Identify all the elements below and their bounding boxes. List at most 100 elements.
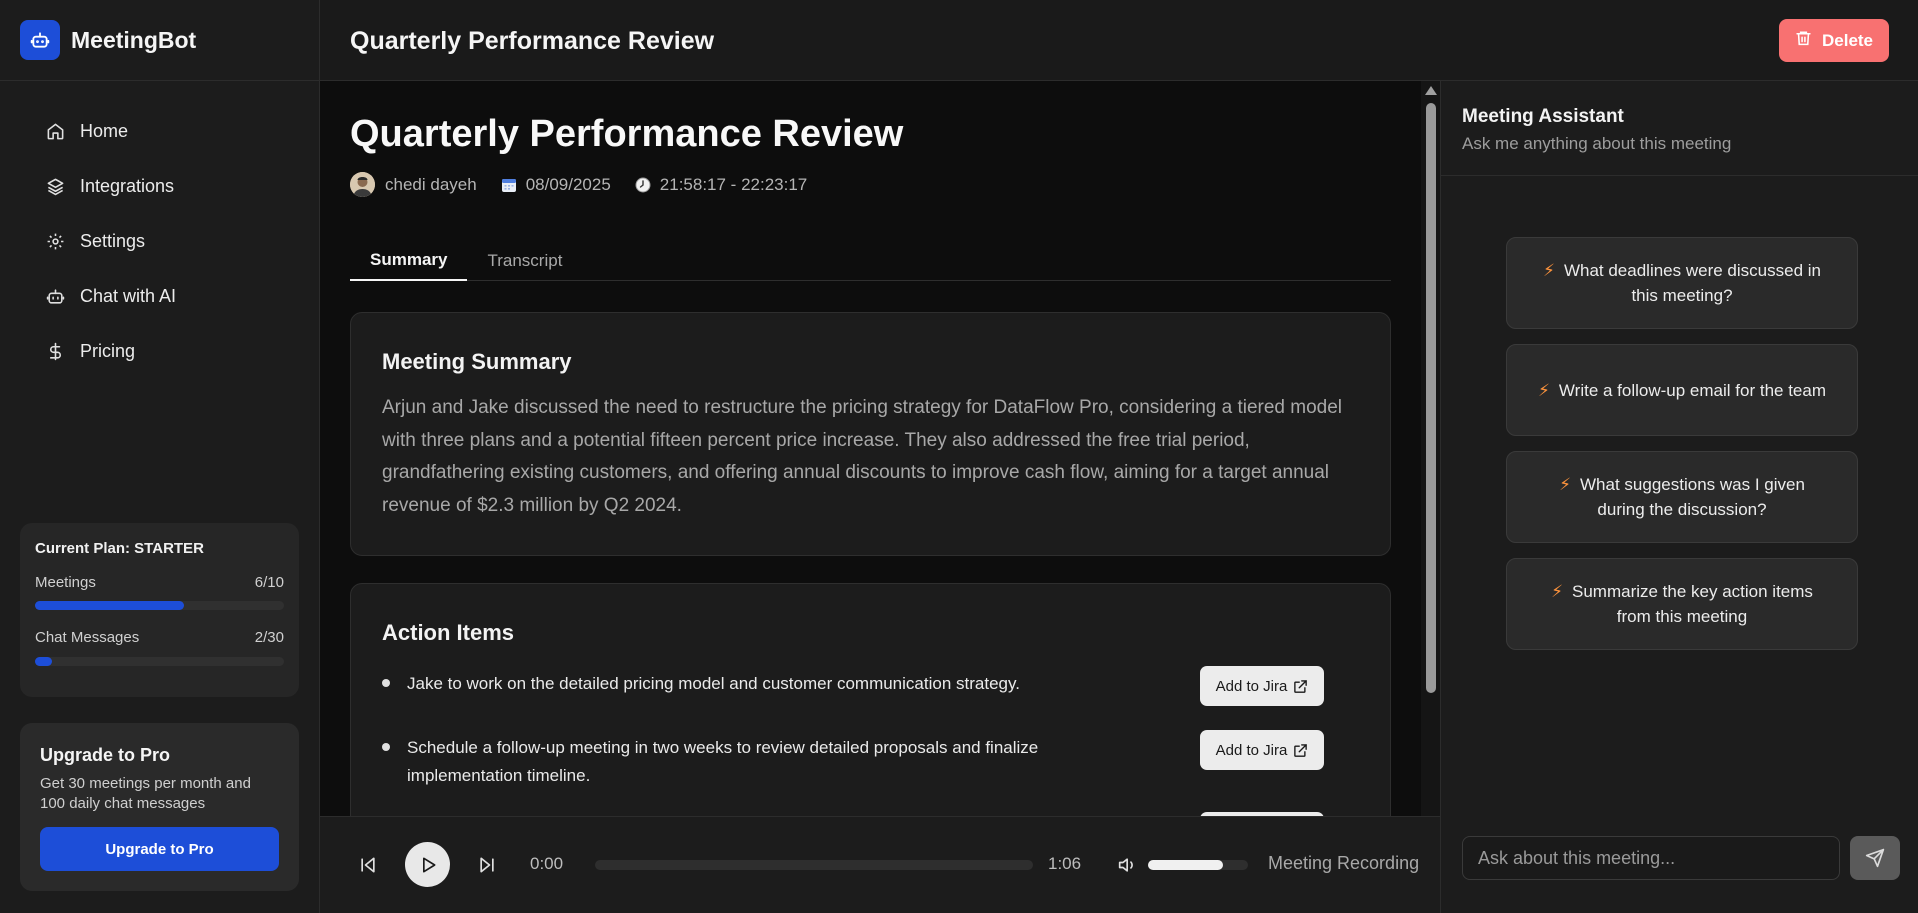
meeting-assistant-panel: Meeting Assistant Ask me anything about …: [1440, 81, 1918, 913]
sidebar-item-pricing[interactable]: Pricing: [0, 324, 319, 379]
summary-title: Meeting Summary: [382, 349, 572, 374]
upgrade-card: Upgrade to Pro Get 30 meetings per month…: [20, 723, 299, 891]
bolt-icon: ⚡︎: [1543, 261, 1555, 280]
duration: 1:06: [1048, 854, 1082, 873]
action-items-card: Action Items Jake to work on the detaile…: [350, 583, 1391, 816]
action-item-text: Jake to work on the detailed pricing mod…: [407, 674, 1020, 693]
meetings-value: 6/10: [254, 574, 284, 591]
upgrade-button[interactable]: Upgrade to Pro: [40, 827, 279, 871]
sidebar-item-home[interactable]: Home: [0, 104, 319, 159]
volume-slider[interactable]: [1148, 860, 1248, 870]
home-icon: [44, 121, 66, 143]
top-header: Quarterly Performance Review Delete: [320, 0, 1918, 81]
current-time: 0:00: [530, 854, 564, 873]
page-title: Quarterly Performance Review: [350, 113, 904, 155]
suggestion-text: Summarize the key action items from this…: [1572, 582, 1813, 626]
calendar-icon: [501, 177, 517, 193]
chat-usage-row: Chat Messages 2/30: [35, 629, 284, 646]
sidebar-item-label: Integrations: [80, 176, 175, 196]
action-items-title: Action Items: [382, 620, 515, 645]
assistant-subtitle: Ask me anything about this meeting: [1462, 134, 1732, 153]
add-to-jira-button[interactable]: Add to Jira: [1200, 666, 1324, 706]
send-icon: [1865, 848, 1885, 868]
chat-progress-bar: [35, 657, 284, 666]
bolt-icon: ⚡︎: [1537, 380, 1550, 400]
suggestion-button[interactable]: ⚡︎ Summarize the key action items from th…: [1506, 558, 1858, 650]
avatar: [350, 172, 375, 197]
sidebar-nav: Home Integrations Settings Chat with AI: [0, 81, 319, 379]
volume-fill: [1148, 860, 1223, 870]
bolt-icon: ⚡︎: [1559, 475, 1572, 494]
chat-progress-fill: [35, 657, 52, 666]
suggestion-text: What deadlines were discussed in this me…: [1563, 261, 1821, 305]
recording-label: Meeting Recording: [1268, 853, 1420, 873]
meeting-meta: chedi dayeh 08/09/2025 21:58:17 - 22:23:…: [350, 172, 831, 197]
author-name: chedi dayeh: [385, 174, 477, 194]
skip-back-icon[interactable]: [358, 853, 378, 877]
brand[interactable]: MeetingBot: [0, 0, 319, 81]
chat-messages-value: 2/30: [254, 629, 284, 646]
external-link-icon: [1293, 679, 1308, 694]
bot-logo-icon: [20, 20, 60, 60]
sidebar-item-label: Chat with AI: [80, 286, 177, 306]
tab-transcript[interactable]: Transcript: [467, 240, 582, 281]
volume-icon[interactable]: [1117, 854, 1139, 876]
suggestion-button[interactable]: ⚡︎ What deadlines were discussed in this …: [1506, 237, 1858, 329]
meeting-date: 08/09/2025: [501, 175, 611, 195]
dollar-icon: [44, 341, 66, 363]
suggestion-text: Write a follow-up email for the team: [1558, 380, 1826, 400]
sidebar-item-chat-with-ai[interactable]: Chat with AI: [0, 269, 319, 324]
summary-card: Meeting Summary Arjun and Jake discussed…: [350, 312, 1391, 556]
external-link-icon: [1293, 743, 1308, 758]
meeting-tabs: Summary Transcript: [350, 240, 1391, 281]
action-item-text: Schedule a follow-up meeting in two week…: [407, 738, 1039, 785]
seek-bar[interactable]: [595, 860, 1033, 870]
scroll-thumb[interactable]: [1426, 103, 1436, 693]
assistant-header: Meeting Assistant Ask me anything about …: [1441, 81, 1918, 176]
skip-forward-icon[interactable]: [477, 853, 497, 877]
meetings-progress-fill: [35, 601, 185, 610]
chat-messages-label: Chat Messages: [35, 629, 140, 646]
delete-label: Delete: [1821, 30, 1874, 50]
sidebar-item-label: Settings: [80, 231, 146, 251]
sidebar-item-label: Home: [80, 121, 129, 141]
sidebar-item-settings[interactable]: Settings: [0, 214, 319, 269]
clock-icon: [635, 177, 651, 193]
assistant-input[interactable]: [1462, 836, 1840, 880]
layers-icon: [44, 176, 66, 198]
suggestion-button[interactable]: ⚡︎ What suggestions was I given during th…: [1506, 451, 1858, 543]
add-to-jira-label: Add to Jira: [1215, 741, 1288, 759]
meeting-time: 21:58:17 - 22:23:17: [635, 175, 807, 195]
gear-icon: [44, 231, 66, 253]
bullet: [382, 743, 390, 751]
time-text: 21:58:17 - 22:23:17: [659, 174, 808, 194]
scrollbar[interactable]: [1421, 81, 1440, 816]
date-text: 08/09/2025: [525, 174, 611, 194]
plan-card: Current Plan: STARTER Meetings 6/10 Chat…: [20, 523, 299, 697]
assistant-title: Meeting Assistant: [1462, 106, 1624, 127]
app-root: MeetingBot Home Integrations Settings Ch…: [0, 0, 1918, 913]
bullet: [382, 679, 390, 687]
sidebar-item-integrations[interactable]: Integrations: [0, 159, 319, 214]
send-button[interactable]: [1850, 836, 1900, 880]
delete-button[interactable]: Delete: [1779, 19, 1889, 62]
plan-title: Current Plan: STARTER: [35, 540, 204, 557]
summary-text: Arjun and Jake discussed the need to res…: [382, 397, 1343, 516]
upgrade-text: Get 30 meetings per month and 100 daily …: [40, 775, 251, 812]
tab-summary[interactable]: Summary: [350, 240, 468, 281]
header-title: Quarterly Performance Review: [350, 27, 715, 55]
meetings-usage-row: Meetings 6/10: [35, 574, 284, 591]
sidebar: MeetingBot Home Integrations Settings Ch…: [0, 0, 320, 913]
bolt-icon: ⚡︎: [1551, 582, 1563, 601]
app-name: MeetingBot: [71, 26, 197, 53]
meeting-detail: Quarterly Performance Review chedi dayeh…: [320, 81, 1440, 816]
sidebar-item-label: Pricing: [80, 341, 136, 361]
suggestion-button[interactable]: ⚡︎ Write a follow-up email for the team: [1506, 344, 1858, 436]
add-to-jira-label: Add to Jira: [1215, 677, 1288, 695]
add-to-jira-button[interactable]: Add to Jira: [1200, 730, 1324, 770]
meetings-progress-bar: [35, 601, 284, 610]
scroll-up-arrow-icon[interactable]: [1425, 86, 1437, 95]
bot-icon: [44, 286, 66, 308]
meetings-label: Meetings: [35, 574, 96, 591]
play-button[interactable]: [405, 842, 450, 887]
